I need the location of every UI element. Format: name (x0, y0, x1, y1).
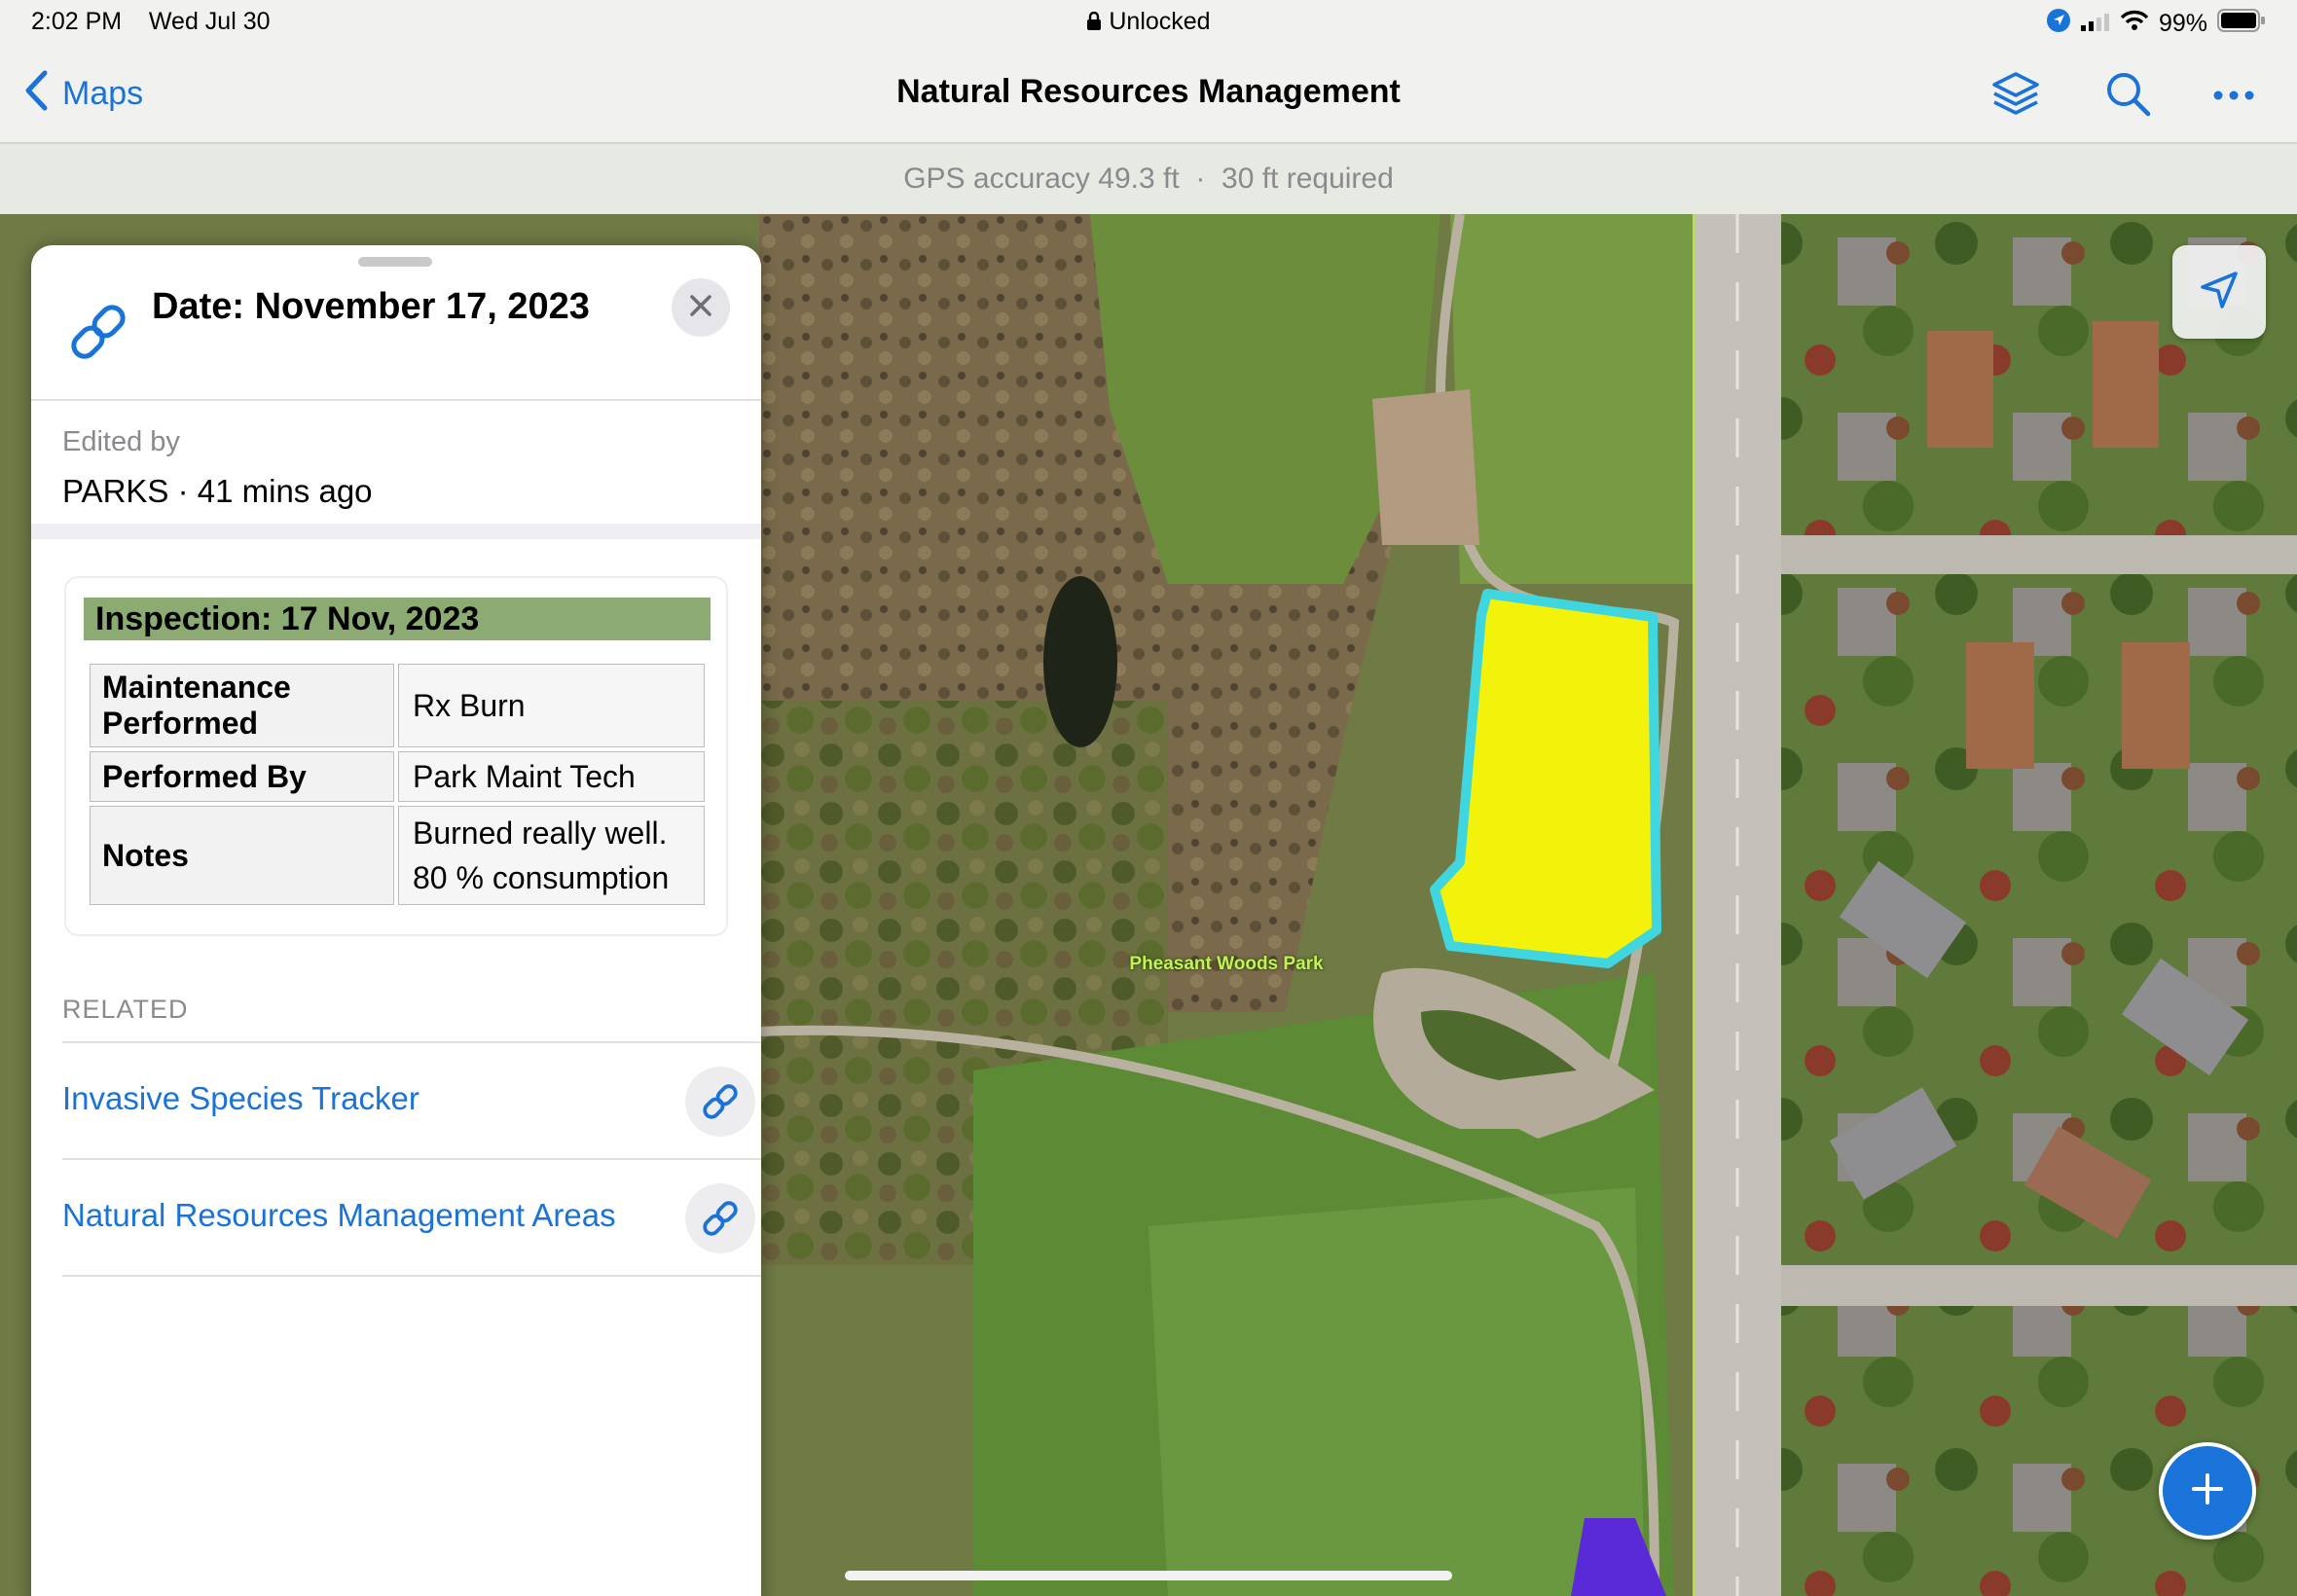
inspection-title: Inspection: 17 Nov, 2023 (84, 598, 711, 640)
edited-by-value: PARKS · 41 mins ago (62, 473, 373, 509)
header-divider (31, 399, 761, 401)
status-indicators: 99% (2046, 8, 2266, 40)
page-title: Natural Resources Management (896, 73, 1401, 110)
battery-icon (2217, 9, 2266, 39)
link-icon (64, 298, 132, 366)
edited-by-label: Edited by (62, 426, 180, 457)
attribute-key: Maintenance Performed (90, 664, 394, 747)
feature-title: Date: November 17, 2023 (152, 286, 590, 327)
related-divider (62, 1275, 761, 1277)
inspection-card: Inspection: 17 Nov, 2023 Maintenance Per… (64, 576, 728, 936)
gps-accuracy-text: GPS accuracy 49.3 ft (903, 163, 1180, 195)
attribute-key: Performed By (90, 751, 394, 802)
panel-grabber[interactable] (358, 257, 432, 267)
attribute-value: Burned really well. 80 % consumption (398, 806, 705, 905)
link-icon[interactable] (685, 1067, 755, 1137)
attribute-value: Park Maint Tech (398, 751, 705, 802)
lock-icon (1086, 8, 1109, 35)
close-button[interactable] (672, 278, 730, 337)
related-item-nrm-areas[interactable]: Natural Resources Management Areas (62, 1160, 761, 1277)
wifi-icon (2120, 10, 2149, 38)
attribute-table: Maintenance Performed Rx Burn Performed … (86, 660, 709, 909)
plus-icon (2190, 1471, 2225, 1511)
cellular-icon (2080, 10, 2110, 38)
more-icon[interactable] (2207, 68, 2260, 121)
link-icon[interactable] (685, 1183, 755, 1253)
attribute-value: Rx Burn (398, 664, 705, 747)
related-item-label: Natural Resources Management Areas (62, 1197, 616, 1233)
attribute-key: Notes (90, 806, 394, 905)
locate-button[interactable] (2172, 245, 2266, 339)
related-section-label: RELATED (62, 995, 189, 1024)
close-icon (689, 294, 712, 322)
table-row: Notes Burned really well. 80 % consumpti… (90, 806, 705, 905)
park-map-label: Pheasant Woods Park (1129, 954, 1324, 974)
gps-separator: · (1195, 163, 1206, 195)
feature-detail-panel: Date: November 17, 2023 Edited by PARKS … (31, 245, 761, 1596)
table-row: Performed By Park Maint Tech (90, 751, 705, 802)
gps-required-text: 30 ft required (1221, 163, 1394, 195)
search-icon[interactable] (2102, 68, 2155, 121)
add-feature-button[interactable] (2159, 1442, 2256, 1540)
gps-accuracy-banner: GPS accuracy 49.3 ft · 30 ft required (0, 144, 2297, 214)
section-separator (31, 524, 761, 539)
navigation-arrow-icon (2197, 268, 2242, 317)
home-indicator[interactable] (845, 1571, 1452, 1580)
related-item-invasive-species[interactable]: Invasive Species Tracker (62, 1043, 761, 1160)
layers-icon[interactable] (1989, 68, 2042, 121)
location-arrow-icon (2046, 8, 2071, 40)
table-row: Maintenance Performed Rx Burn (90, 664, 705, 747)
top-bar: 2:02 PM Wed Jul 30 Unlocked 99% Maps Nat… (0, 0, 2297, 144)
related-item-label: Invasive Species Tracker (62, 1080, 419, 1116)
status-lock: Unlocked (0, 8, 2297, 36)
battery-percent: 99% (2158, 10, 2207, 37)
